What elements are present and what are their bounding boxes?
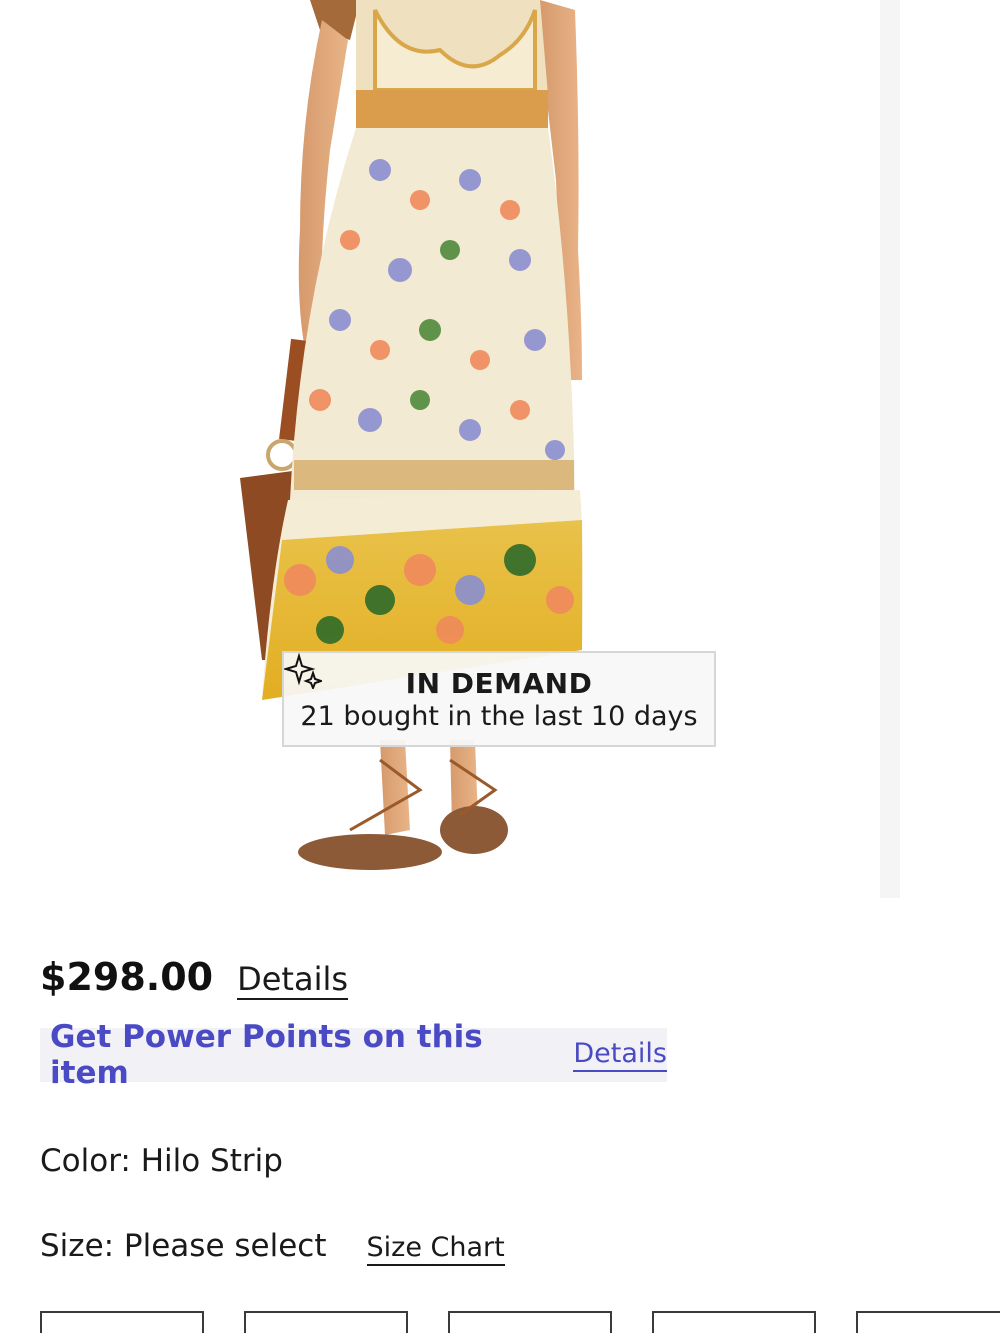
size-options bbox=[40, 1311, 1000, 1333]
sparkle-icon bbox=[284, 653, 322, 689]
size-option-button[interactable] bbox=[652, 1311, 816, 1333]
color-selection: Color: Hilo Strip bbox=[40, 1143, 283, 1179]
badge-subtitle: 21 bought in the last 10 days bbox=[300, 701, 698, 732]
next-image-peek[interactable] bbox=[880, 0, 900, 898]
size-selection: Size: Please select Size Chart bbox=[40, 1228, 505, 1266]
product-price: $298.00 bbox=[40, 955, 214, 999]
size-label: Size: Please select bbox=[40, 1228, 327, 1264]
size-option-button[interactable] bbox=[244, 1311, 408, 1333]
dress-photo bbox=[240, 0, 584, 870]
color-value: Hilo Strip bbox=[140, 1143, 283, 1179]
size-option-button[interactable] bbox=[856, 1311, 1000, 1333]
product-page: IN DEMAND 21 bought in the last 10 days … bbox=[0, 0, 1000, 1333]
color-label: Color: bbox=[40, 1143, 141, 1179]
power-points-text: Get Power Points on this item bbox=[50, 1019, 483, 1091]
size-option-button[interactable] bbox=[40, 1311, 204, 1333]
power-points-details-link[interactable]: Details bbox=[573, 1038, 667, 1072]
product-image[interactable]: IN DEMAND 21 bought in the last 10 days bbox=[0, 0, 880, 898]
size-option-button[interactable] bbox=[448, 1311, 612, 1333]
size-chart-link[interactable]: Size Chart bbox=[366, 1232, 505, 1266]
power-points-banner: Get Power Points on this item Details bbox=[40, 1019, 667, 1091]
price-details-link[interactable]: Details bbox=[237, 960, 349, 1000]
in-demand-badge: IN DEMAND 21 bought in the last 10 days bbox=[282, 651, 716, 747]
price-row: $298.00 Details bbox=[40, 955, 349, 1000]
badge-title: IN DEMAND bbox=[405, 666, 593, 700]
